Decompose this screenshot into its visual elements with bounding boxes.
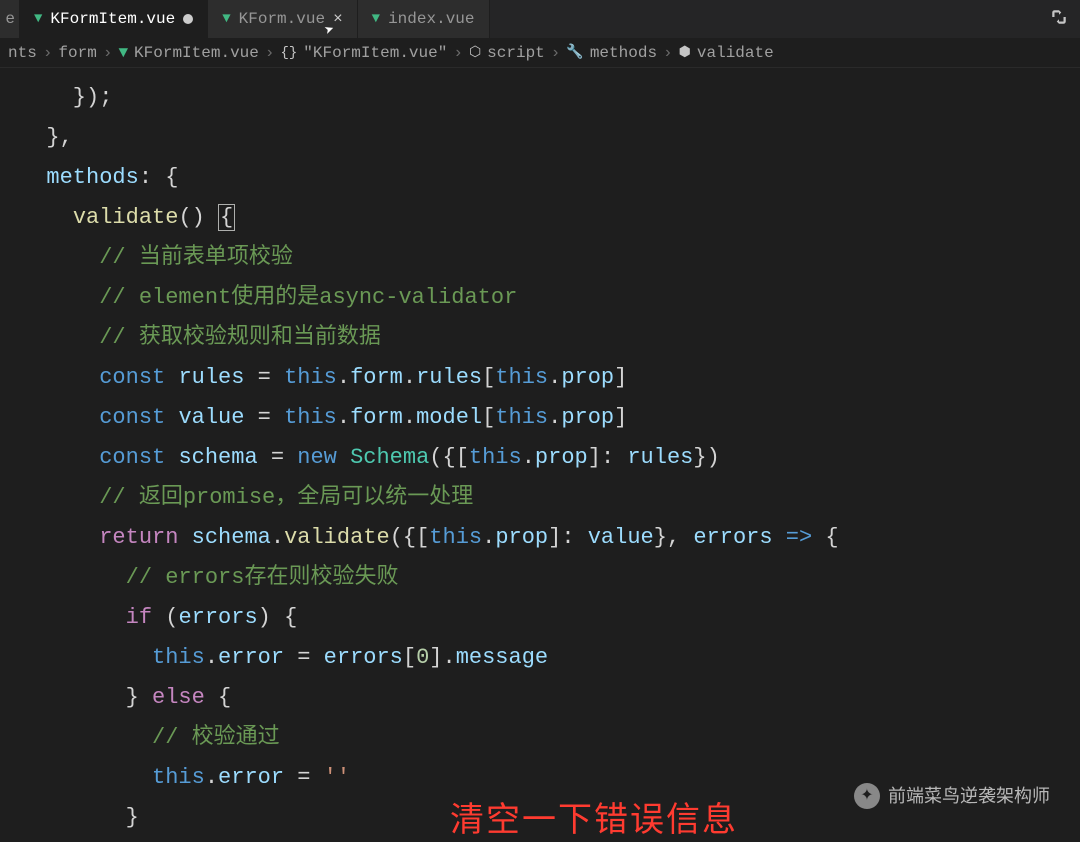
code-text: return: [99, 525, 178, 550]
braces-icon: {}: [280, 45, 297, 61]
code-comment: // 返回promise，全局可以统一处理: [99, 485, 473, 510]
module-icon: ⬡: [469, 44, 481, 61]
chevron-right-icon: ›: [103, 44, 113, 62]
code-text: prop: [535, 445, 588, 470]
breadcrumb-item[interactable]: form: [58, 44, 96, 62]
code-text: errors: [178, 605, 257, 630]
chevron-right-icon: ›: [551, 44, 561, 62]
code-text: const: [99, 445, 165, 470]
vue-icon: ▼: [222, 11, 230, 27]
chevron-right-icon: ›: [43, 44, 53, 62]
code-text: prop: [561, 405, 614, 430]
tab-label: KForm.vue: [239, 10, 325, 28]
breadcrumb-item[interactable]: validate: [697, 44, 774, 62]
code-comment: // 获取校验规则和当前数据: [99, 325, 381, 350]
code-comment: // errors存在则校验失败: [126, 565, 399, 590]
tab-label: KFormItem.vue: [50, 10, 175, 28]
breadcrumb-item[interactable]: nts: [8, 44, 37, 62]
code-text: errors: [693, 525, 772, 550]
code-text: this: [284, 405, 337, 430]
code-text: const: [99, 405, 165, 430]
code-text: error: [218, 765, 284, 790]
code-text: form: [350, 405, 403, 430]
breadcrumb[interactable]: nts › form › ▼ KFormItem.vue › {} "KForm…: [0, 38, 1080, 68]
wechat-icon: ✦: [854, 783, 880, 809]
code-text: rules: [627, 445, 693, 470]
code-text: });: [20, 85, 112, 110]
code-text: (): [178, 205, 218, 230]
breadcrumb-item[interactable]: methods: [590, 44, 657, 62]
code-text: this: [469, 445, 522, 470]
code-text: this: [152, 645, 205, 670]
tab-label: index.vue: [388, 10, 474, 28]
code-text: =: [284, 765, 324, 790]
code-text: rules: [416, 365, 482, 390]
code-comment: // 当前表单项校验: [99, 245, 293, 270]
tab-index[interactable]: ▼ index.vue: [358, 0, 490, 38]
vue-icon: ▼: [34, 11, 42, 27]
code-text: message: [456, 645, 548, 670]
code-text: =: [244, 405, 284, 430]
code-text: =: [258, 445, 298, 470]
code-text: this: [429, 525, 482, 550]
breadcrumb-item[interactable]: script: [487, 44, 545, 62]
code-text: },: [20, 125, 73, 150]
cube-icon: ⬢: [679, 44, 691, 61]
code-text: this: [152, 765, 205, 790]
tab-kformitem[interactable]: ▼ KFormItem.vue: [20, 0, 208, 38]
vue-icon: ▼: [372, 11, 380, 27]
code-text: 0: [416, 645, 429, 670]
code-text: errors: [324, 645, 403, 670]
code-text: '': [324, 765, 350, 790]
watermark: ✦ 前端菜鸟逆袭架构师: [854, 776, 1050, 816]
code-text: new: [297, 445, 337, 470]
code-comment: // 校验通过: [152, 725, 280, 750]
dirty-indicator-icon: [183, 14, 193, 24]
code-text: prop: [495, 525, 548, 550]
annotation-overlay: 清空一下错误信息: [450, 800, 738, 840]
close-icon[interactable]: ×: [333, 10, 343, 28]
code-text: =>: [786, 525, 812, 550]
code-text: const: [99, 365, 165, 390]
tab-overflow-left[interactable]: e: [0, 0, 20, 38]
code-text: prop: [561, 365, 614, 390]
code-text: value: [178, 405, 244, 430]
breadcrumb-item[interactable]: KFormItem.vue: [134, 44, 259, 62]
code-editor[interactable]: }); }, methods: { validate() { // 当前表单项校…: [0, 68, 1080, 838]
code-text: this: [495, 405, 548, 430]
code-text: =: [284, 645, 324, 670]
vue-icon: ▼: [118, 44, 128, 62]
code-text: value: [588, 525, 654, 550]
chevron-right-icon: ›: [265, 44, 275, 62]
code-text: =: [244, 365, 284, 390]
code-text: validate: [73, 205, 179, 230]
code-cursor: {: [218, 204, 235, 231]
chevron-right-icon: ›: [453, 44, 463, 62]
code-text: if: [126, 605, 152, 630]
code-text: this: [284, 365, 337, 390]
method-icon: 🔧: [566, 44, 583, 61]
code-text: else: [152, 685, 205, 710]
code-text: schema: [192, 525, 271, 550]
watermark-text: 前端菜鸟逆袭架构师: [888, 776, 1050, 816]
code-text: Schema: [350, 445, 429, 470]
code-text: methods: [46, 165, 138, 190]
breadcrumb-item[interactable]: "KFormItem.vue": [303, 44, 447, 62]
code-text: : {: [139, 165, 179, 190]
chevron-right-icon: ›: [663, 44, 673, 62]
code-text: rules: [178, 365, 244, 390]
code-text: error: [218, 645, 284, 670]
tab-bar: e ▼ KFormItem.vue ▼ KForm.vue × ▼ index.…: [0, 0, 1080, 38]
code-comment: // element使用的是async-validator: [99, 285, 517, 310]
code-text: model: [416, 405, 482, 430]
code-text: validate: [284, 525, 390, 550]
compare-changes-icon[interactable]: [1050, 8, 1080, 31]
code-text: form: [350, 365, 403, 390]
code-text: this: [495, 365, 548, 390]
code-text: schema: [178, 445, 257, 470]
